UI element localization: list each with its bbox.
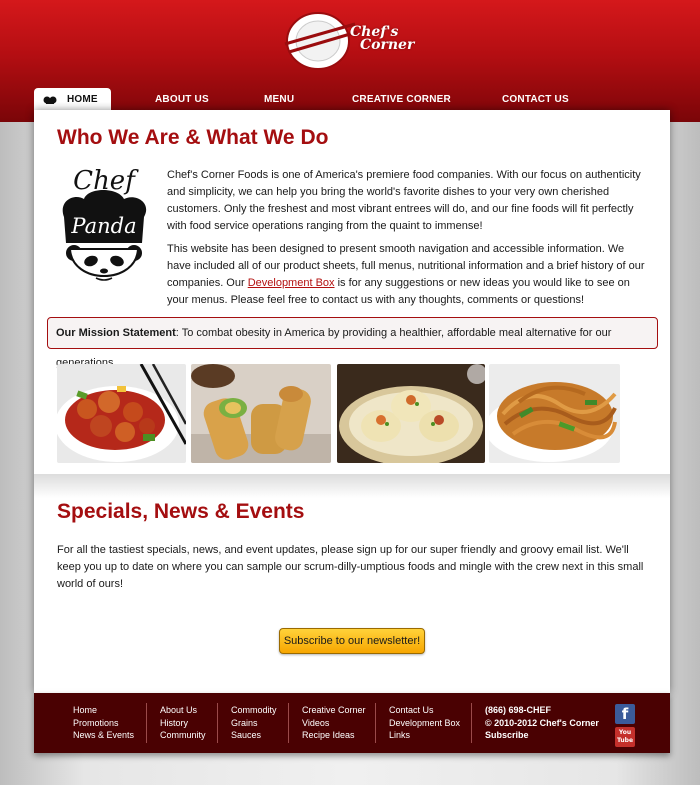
footer-col-creative: Creative Corner Videos Recipe Ideas <box>302 704 366 742</box>
nav-label-contact-us: CONTACT US <box>502 94 569 105</box>
mission-statement: Our Mission Statement: To combat obesity… <box>47 317 658 369</box>
youtube-icon[interactable]: You Tube <box>615 727 635 747</box>
footer-divider <box>146 703 147 743</box>
footer-divider <box>375 703 376 743</box>
intro-paragraph-1: Chef's Corner Foods is one of America's … <box>167 169 641 232</box>
footer-link-videos[interactable]: Videos <box>302 717 366 730</box>
footer-col-home: Home Promotions News & Events <box>73 704 134 742</box>
footer-col-info: (866) 698-CHEF © 2010-2012 Chef's Corner… <box>485 704 599 742</box>
chef-hat-icon <box>43 96 57 104</box>
footer-col-about: About Us History Community <box>160 704 206 742</box>
photo-lo-mein-noodles <box>489 364 620 463</box>
footer-link-recipe-ideas[interactable]: Recipe Ideas <box>302 729 366 742</box>
footer-link-contact-us[interactable]: Contact Us <box>389 704 460 717</box>
panda-text-panda: Panda <box>70 214 136 238</box>
footer: Home Promotions News & Events About Us H… <box>34 693 670 753</box>
facebook-icon[interactable]: f <box>615 704 635 724</box>
specials-heading: Specials, News & Events <box>57 500 305 523</box>
logo-wordmark: Chef's Corner <box>350 25 415 53</box>
nav-label-creative-corner: CREATIVE CORNER <box>352 94 451 105</box>
facebook-glyph: f <box>621 705 629 723</box>
nav-item-creative-corner[interactable]: CREATIVE CORNER <box>352 88 451 110</box>
who-we-are-heading: Who We Are & What We Do <box>57 126 329 149</box>
subscribe-newsletter-button[interactable]: Subscribe to our newsletter! <box>279 628 425 654</box>
footer-link-links[interactable]: Links <box>389 729 460 742</box>
youtube-glyph: You Tube <box>616 729 634 744</box>
footer-link-development-box[interactable]: Development Box <box>389 717 460 730</box>
footer-link-about-us[interactable]: About Us <box>160 704 206 717</box>
footer-link-creative-corner[interactable]: Creative Corner <box>302 704 366 717</box>
intro-text: Chef's Corner Foods is one of America's … <box>167 167 647 315</box>
footer-link-news-events[interactable]: News & Events <box>73 729 134 742</box>
footer-link-sauces[interactable]: Sauces <box>231 729 277 742</box>
nav-item-about-us[interactable]: ABOUT US <box>155 88 209 110</box>
photo-spring-rolls <box>191 364 331 463</box>
footer-divider <box>288 703 289 743</box>
main-nav: HOME ABOUT US MENU CREATIVE CORNER CONTA… <box>34 88 670 110</box>
footer-link-promotions[interactable]: Promotions <box>73 717 134 730</box>
footer-phone: (866) 698-CHEF <box>485 705 552 715</box>
nav-label-menu: MENU <box>264 94 295 105</box>
nav-item-menu[interactable]: MENU <box>264 88 294 110</box>
footer-copyright: © 2010-2012 Chef's Corner <box>485 717 599 728</box>
nav-label-home: HOME <box>67 94 98 105</box>
development-box-link[interactable]: Development Box <box>248 277 335 289</box>
footer-link-grains[interactable]: Grains <box>231 717 277 730</box>
footer-col-commodity: Commodity Grains Sauces <box>231 704 277 742</box>
footer-link-history[interactable]: History <box>160 717 206 730</box>
news-text: For all the tastiest specials, news, and… <box>57 544 644 590</box>
footer-col-contact: Contact Us Development Box Links <box>389 704 460 742</box>
chef-panda-logo: Chef Panda <box>62 166 147 281</box>
photo-dumplings <box>337 364 485 463</box>
logo-line-2: Corner <box>360 37 415 53</box>
footer-link-community[interactable]: Community <box>160 729 206 742</box>
mission-label: Our Mission Statement <box>56 327 176 339</box>
content-panel: Who We Are & What We Do Chef Panda Chef'… <box>34 110 670 693</box>
section-divider <box>34 474 670 498</box>
footer-divider <box>217 703 218 743</box>
intro-paragraph-2: This website has been designed to presen… <box>167 241 647 309</box>
nav-label-about-us: ABOUT US <box>155 94 209 105</box>
footer-subscribe-link[interactable]: Subscribe <box>485 729 599 742</box>
nav-item-contact-us[interactable]: CONTACT US <box>502 88 569 110</box>
photo-sweet-and-sour-chicken <box>57 364 186 463</box>
footer-divider <box>471 703 472 743</box>
nav-item-home[interactable]: HOME <box>34 88 111 110</box>
footer-link-home[interactable]: Home <box>73 704 134 717</box>
footer-link-commodity[interactable]: Commodity <box>231 704 277 717</box>
